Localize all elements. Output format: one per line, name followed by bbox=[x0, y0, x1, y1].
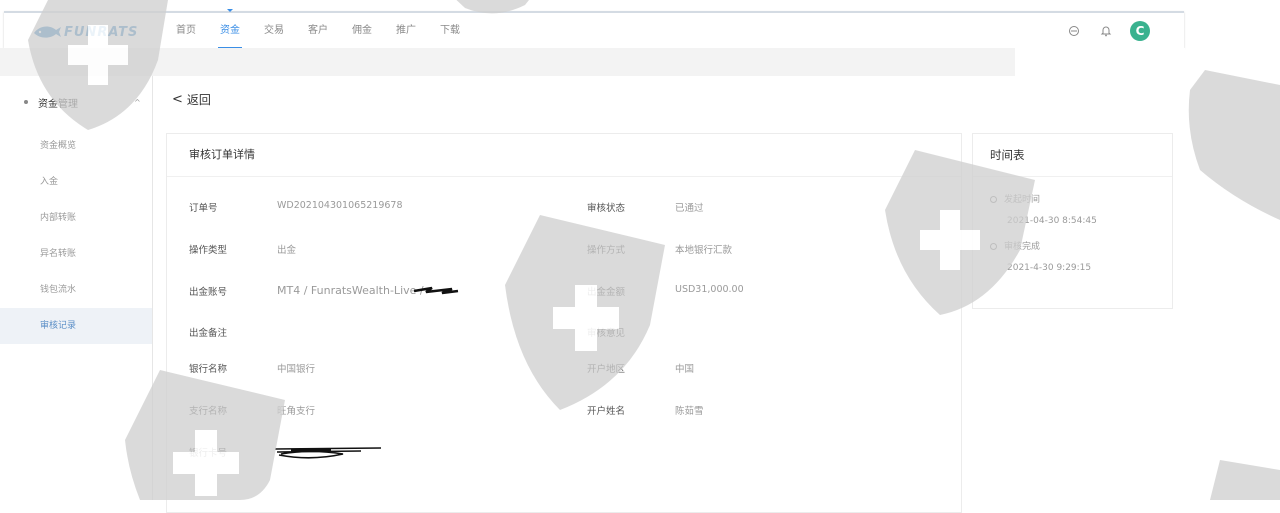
redaction-scribble bbox=[413, 286, 459, 295]
value-review-status: 已通过 bbox=[675, 203, 704, 214]
timeline-dot-icon bbox=[990, 243, 997, 250]
label-review-status: 审核状态 bbox=[587, 203, 626, 214]
sidebar-item-review-records[interactable]: 审核记录 bbox=[0, 308, 152, 344]
timeline-title: 时间表 bbox=[973, 134, 1172, 177]
nav-home[interactable]: 首页 bbox=[164, 13, 208, 48]
timeline-event: 发起时间 bbox=[990, 192, 1040, 205]
timeline-event-label: 审核完成 bbox=[1004, 242, 1041, 252]
main-nav: 首页 资金 交易 客户 佣金 推广 下载 bbox=[164, 9, 472, 50]
label-withdraw-amount: 出金金额 bbox=[587, 287, 626, 298]
timeline-panel: 时间表 发起时间 2021-04-30 8:54:45 审核完成 2021-4-… bbox=[972, 133, 1173, 309]
value-withdraw-account: MT4 / FunratsWealth-Live / bbox=[277, 284, 424, 297]
timeline-event: 审核完成 bbox=[990, 239, 1040, 252]
sidebar-item-wallet-flow[interactable]: 钱包流水 bbox=[0, 272, 152, 308]
value-branch-name: 旺角支行 bbox=[277, 406, 316, 417]
detail-row: 支行名称 旺角支行 开户姓名 陈茹雪 bbox=[167, 403, 961, 423]
label-operation-type: 操作类型 bbox=[189, 245, 228, 256]
label-bank-name: 银行名称 bbox=[189, 364, 228, 375]
detail-row: 订单号 WD20210430106521967​8 审核状态 已通过 bbox=[167, 200, 961, 220]
label-account-region: 开户地区 bbox=[587, 364, 626, 375]
detail-row: 出金账号 MT4 / FunratsWealth-Live / 出金金额 USD… bbox=[167, 284, 961, 304]
value-operation-type: 出金 bbox=[277, 245, 297, 256]
value-order-no: WD20210430106521967​8 bbox=[277, 200, 403, 211]
timeline-event-time: 2021-4-30 9:29:15 bbox=[1007, 263, 1092, 273]
brand-name: FUNRATS bbox=[64, 24, 139, 40]
chevron-left-icon: < bbox=[172, 92, 183, 107]
timeline-event-time: 2021-04-30 8:54:45 bbox=[1007, 216, 1097, 226]
order-detail-panel: 审核订单详情 订单号 WD20210430106521967​8 审核状态 已通… bbox=[166, 133, 962, 513]
redaction-scribble bbox=[274, 447, 382, 459]
chevron-up-icon: ^ bbox=[134, 98, 141, 107]
sidebar-item-internal-transfer[interactable]: 内部转账 bbox=[0, 200, 152, 236]
back-label: 返回 bbox=[186, 93, 211, 107]
nav-funds[interactable]: 资金 bbox=[208, 9, 252, 49]
sidebar-item-deposit[interactable]: 入金 bbox=[0, 164, 152, 200]
shield-watermark-icon bbox=[1210, 460, 1280, 500]
top-nav-bar: FUNRATS 首页 资金 交易 客户 佣金 推广 下载 C bbox=[4, 9, 1184, 50]
label-review-comment: 审核意见 bbox=[587, 328, 626, 339]
label-withdraw-remark: 出金备注 bbox=[189, 328, 228, 339]
label-branch-name: 支行名称 bbox=[189, 406, 228, 417]
sidebar-item-third-party-transfer[interactable]: 异名转账 bbox=[0, 236, 152, 272]
bullet-icon bbox=[24, 100, 28, 104]
value-operation-method: 本地银行汇款 bbox=[675, 245, 733, 256]
nav-trade[interactable]: 交易 bbox=[252, 13, 296, 48]
user-avatar[interactable]: C bbox=[1130, 21, 1150, 41]
detail-row: 出金备注 审核意见 bbox=[167, 325, 961, 345]
shield-watermark-icon bbox=[1188, 70, 1280, 220]
support-icon[interactable] bbox=[1066, 23, 1082, 39]
value-withdraw-amount: USD31,000.00 bbox=[675, 284, 744, 295]
header-filler bbox=[1015, 48, 1185, 76]
nav-promotion[interactable]: 推广 bbox=[384, 13, 428, 48]
value-account-holder: 陈茹雪 bbox=[675, 406, 704, 417]
nav-commission[interactable]: 佣金 bbox=[340, 13, 384, 48]
label-order-no: 订单号 bbox=[189, 203, 218, 214]
nav-clients[interactable]: 客户 bbox=[296, 13, 340, 48]
label-withdraw-account: 出金账号 bbox=[189, 287, 228, 298]
value-account-region: 中国 bbox=[675, 364, 695, 375]
value-bank-name: 中国银行 bbox=[277, 364, 316, 375]
timeline-event-label: 发起时间 bbox=[1004, 195, 1041, 205]
detail-row: 银行名称 中国银行 开户地区 中国 bbox=[167, 361, 961, 381]
sidebar-item-overview[interactable]: 资金概览 bbox=[0, 128, 152, 164]
sidebar-group-label: 资金管理 bbox=[38, 98, 78, 110]
label-account-holder: 开户姓名 bbox=[587, 406, 626, 417]
content-header-band bbox=[0, 48, 1015, 76]
brand-logo[interactable]: FUNRATS bbox=[32, 21, 138, 43]
panel-title: 审核订单详情 bbox=[167, 134, 961, 177]
timeline-dot-icon bbox=[990, 196, 997, 203]
sidebar-group-funds[interactable]: 资金管理 ^ bbox=[0, 76, 152, 128]
fish-logo-icon bbox=[34, 26, 61, 38]
bell-icon[interactable] bbox=[1098, 23, 1114, 39]
label-operation-method: 操作方式 bbox=[587, 245, 626, 256]
detail-row: 操作类型 出金 操作方式 本地银行汇款 bbox=[167, 242, 961, 262]
back-button[interactable]: < 返回 bbox=[172, 91, 211, 108]
sidebar: 资金管理 ^ 资金概览 入金 内部转账 异名转账 钱包流水 审核记录 bbox=[0, 76, 153, 500]
detail-row: 银行卡号 bbox=[167, 445, 961, 465]
label-card-number: 银行卡号 bbox=[189, 448, 228, 459]
nav-download[interactable]: 下载 bbox=[428, 13, 472, 48]
